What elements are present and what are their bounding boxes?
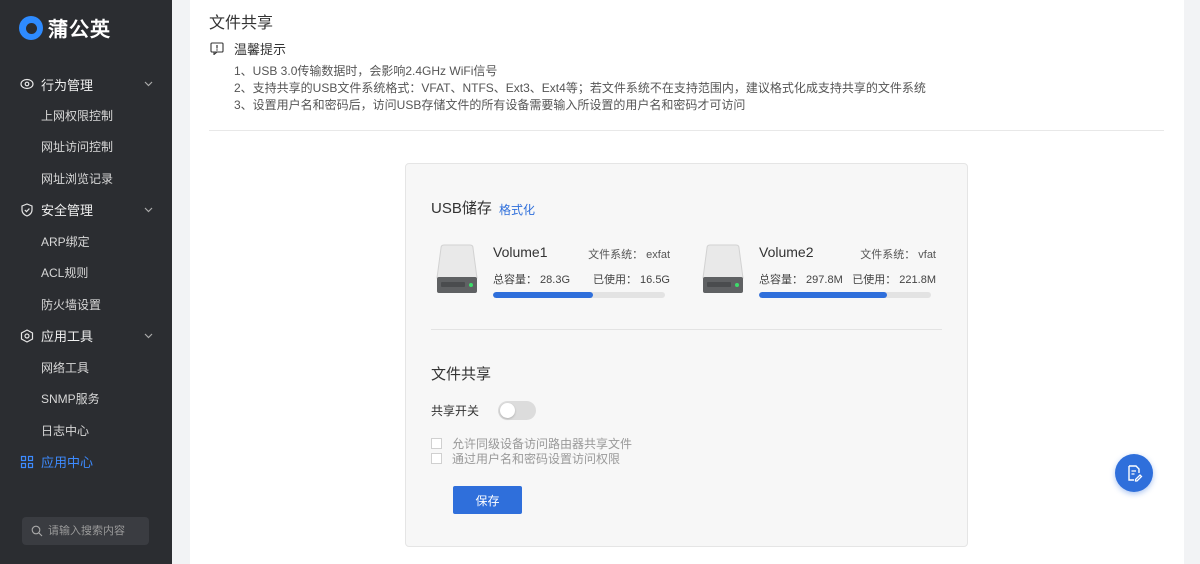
usb-storage-title: USB储存 <box>431 200 492 217</box>
logo-icon <box>19 15 43 40</box>
sidebar-item-app-center[interactable]: 应用中心 <box>0 446 172 478</box>
volume-card: Volume2 文件系统： vfat 总容量： 297.8M 已使用： 221.… <box>701 244 936 304</box>
logo-text: 蒲公英 <box>48 19 111 41</box>
volume-card: Volume1 文件系统： exfat 总容量： 28.3G 已使用： 16.5… <box>435 244 670 304</box>
apps-grid-icon <box>20 455 34 469</box>
search-input[interactable] <box>48 525 143 537</box>
sidebar-item-url-access-control[interactable]: 网址访问控制 <box>0 131 172 162</box>
tip-line: 1、USB 3.0传输数据时，会影响2.4GHz WiFi信号 <box>234 64 498 78</box>
menu-group-security[interactable]: 安全管理 <box>0 194 172 226</box>
usage-bar-fill <box>493 292 594 298</box>
sidebar-item-log-center[interactable]: 日志中心 <box>0 414 172 445</box>
tools-icon <box>20 329 34 343</box>
sidebar-menu: 行为管理 上网权限控制 网址访问控制 网址浏览记录 安全管理 ARP绑定 ACL… <box>0 68 172 478</box>
volume-total: 总容量： 297.8M <box>759 274 843 286</box>
volume-name: Volume2 <box>759 244 814 260</box>
share-toggle[interactable] <box>498 401 536 420</box>
usage-bar-fill <box>759 292 888 298</box>
edit-document-icon <box>1128 465 1143 482</box>
section-divider <box>209 130 1164 131</box>
tips-list: 1、USB 3.0传输数据时，会影响2.4GHz WiFi信号 2、支持共享的U… <box>234 63 926 114</box>
chevron-down-icon <box>144 207 153 213</box>
notice-icon <box>210 42 224 55</box>
volume-filesystem: 文件系统： exfat <box>588 249 670 261</box>
menu-group-behavior[interactable]: 行为管理 <box>0 68 172 100</box>
sidebar-item-internet-permission[interactable]: 上网权限控制 <box>0 100 172 131</box>
sidebar-item-acl-rules[interactable]: ACL规则 <box>0 257 172 288</box>
tip-header: 温馨提示 <box>210 39 286 58</box>
checkbox[interactable] <box>431 453 442 464</box>
menu-group-tools[interactable]: 应用工具 <box>0 320 172 352</box>
usb-panel: USB储存 格式化 Volume1 文件系统： exfat 总容量： 28.3G… <box>405 163 968 547</box>
sidebar-item-url-history[interactable]: 网址浏览记录 <box>0 163 172 194</box>
usage-bar <box>759 292 931 298</box>
tip-title: 温馨提示 <box>234 42 287 57</box>
usage-bar <box>493 292 665 298</box>
share-toggle-label: 共享开关 <box>431 404 480 418</box>
sidebar-item-snmp[interactable]: SNMP服务 <box>0 383 172 414</box>
main-content: 文件共享 温馨提示 1、USB 3.0传输数据时，会影响2.4GHz WiFi信… <box>190 0 1184 564</box>
hard-drive-icon <box>436 244 478 293</box>
logo[interactable]: 蒲公英 <box>19 13 111 42</box>
shield-icon <box>20 203 34 217</box>
sidebar-item-arp-binding[interactable]: ARP绑定 <box>0 226 172 257</box>
chevron-down-icon <box>144 333 153 339</box>
menu-group-label: 应用工具 <box>41 329 94 345</box>
checkbox-label: 通过用户名和密码设置访问权限 <box>452 452 621 466</box>
page-title: 文件共享 <box>209 15 274 32</box>
volume-used: 已使用： 16.5G <box>592 274 670 286</box>
sidebar-item-network-tools[interactable]: 网络工具 <box>0 352 172 383</box>
volume-used: 已使用： 221.8M <box>852 274 936 286</box>
option-auth-access[interactable]: 通过用户名和密码设置访问权限 <box>431 450 620 467</box>
file-share-title: 文件共享 <box>431 366 492 383</box>
menu-group-label: 安全管理 <box>41 203 94 219</box>
menu-active-label: 应用中心 <box>41 455 94 471</box>
panel-divider <box>431 329 942 330</box>
format-link[interactable]: 格式化 <box>499 201 535 218</box>
save-button[interactable]: 保存 <box>453 486 522 514</box>
checkbox[interactable] <box>431 438 442 449</box>
chevron-down-icon <box>144 81 153 87</box>
feedback-button[interactable] <box>1115 454 1153 492</box>
volume-filesystem: 文件系统： vfat <box>860 249 936 261</box>
sidebar: 蒲公英 行为管理 上网权限控制 网址访问控制 网址浏览记录 安全管理 ARP绑定… <box>0 0 172 564</box>
volume-total: 总容量： 28.3G <box>493 274 571 286</box>
sidebar-item-firewall[interactable]: 防火墙设置 <box>0 288 172 319</box>
sidebar-search[interactable] <box>22 517 149 545</box>
tip-line: 2、支持共享的USB文件系统格式：VFAT、NTFS、Ext3、Ext4等；若文… <box>234 81 926 95</box>
toggle-knob <box>500 403 515 418</box>
volume-name: Volume1 <box>493 244 548 260</box>
search-icon <box>31 525 43 537</box>
hard-drive-icon <box>702 244 744 293</box>
menu-group-label: 行为管理 <box>41 77 94 93</box>
tip-line: 3、设置用户名和密码后，访问USB存储文件的所有设备需要输入所设置的用户名和密码… <box>234 98 746 112</box>
eye-icon <box>20 77 34 91</box>
